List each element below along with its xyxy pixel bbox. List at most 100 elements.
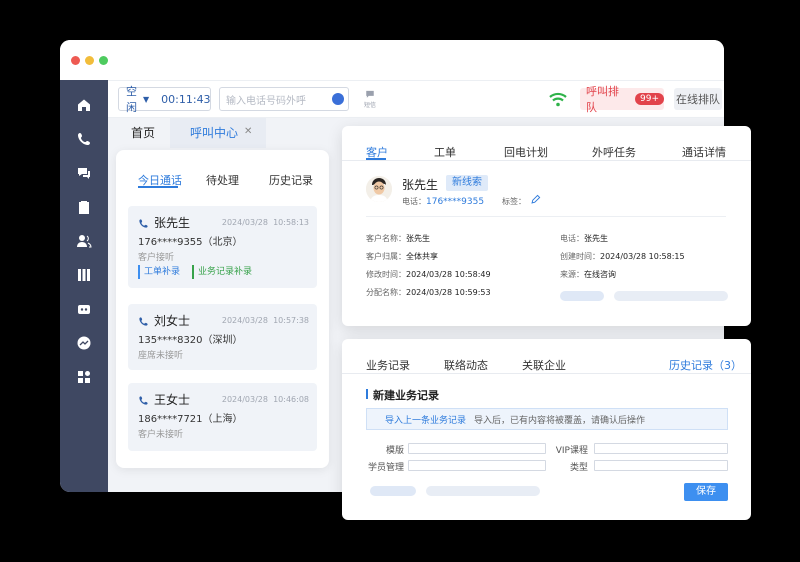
- placeholder-pill: [426, 486, 540, 496]
- users-icon[interactable]: [76, 233, 92, 249]
- sidebar: [60, 80, 108, 492]
- clipboard-icon[interactable]: [76, 199, 92, 215]
- vip-input[interactable]: [594, 443, 728, 454]
- close-tab-icon[interactable]: ✕: [244, 126, 252, 137]
- call-note: 座席未接听: [138, 351, 184, 361]
- edit-icon[interactable]: [530, 194, 541, 205]
- tab-history[interactable]: 历史记录: [269, 172, 313, 188]
- import-previous-link[interactable]: 导入上一条业务记录: [385, 413, 466, 426]
- call-queue-button[interactable]: 呼叫排队 99+: [580, 85, 664, 114]
- caller-name: 刘女士: [154, 314, 191, 328]
- maximize-dot[interactable]: [99, 56, 108, 65]
- call-card[interactable]: 刘女士 2024/03/28 10:57:38 135****8320（深圳） …: [128, 304, 317, 370]
- call-note: 客户接听: [138, 253, 175, 263]
- tab-contact-activity[interactable]: 联络动态: [444, 357, 488, 373]
- tab-divider: [342, 160, 751, 161]
- call-time: 2024/03/28 10:57:38: [221, 316, 309, 325]
- robot-icon[interactable]: [76, 301, 92, 317]
- phone-input-placeholder: 输入电话号码外呼: [226, 95, 306, 107]
- call-note: 客户未接听: [138, 430, 184, 440]
- template-input[interactable]: [408, 443, 546, 454]
- messenger-icon[interactable]: [76, 335, 92, 351]
- field-modified: 修改时间：2024/03/28 10:58:49: [366, 270, 491, 279]
- caller-phone: 135****8320（深圳）: [138, 335, 243, 346]
- tab-home[interactable]: 首页: [131, 124, 155, 141]
- label-student: 学员管理: [367, 463, 404, 473]
- phone-icon: [139, 219, 148, 228]
- caller-name: 张先生: [154, 216, 191, 230]
- toolbar: 空闲 ▼ 00:11:43 输入电话号码外呼 短信 呼叫排队 99+ 在线排队: [108, 80, 724, 118]
- field-tel: 电话：张先生: [560, 234, 608, 243]
- books-icon[interactable]: [76, 267, 92, 283]
- close-dot[interactable]: [71, 56, 80, 65]
- queue-count-badge: 99+: [635, 93, 664, 105]
- label-type: 类型: [569, 463, 588, 473]
- new-lead-badge: 新线索: [446, 175, 488, 191]
- customer-panel: 客户 工单 回电计划 外呼任务 通话详情 张先生 新线索 电话：176****9…: [342, 126, 751, 326]
- sms-label: 短信: [363, 102, 376, 109]
- chevron-down-icon: ▼: [143, 94, 150, 104]
- type-input[interactable]: [594, 460, 728, 471]
- tag-ticket-supplement[interactable]: 工单补录: [138, 265, 184, 279]
- title-bar: [60, 40, 724, 80]
- caller-phone: 186****7721（上海）: [138, 414, 243, 425]
- new-record-title: 新建业务记录: [373, 389, 439, 402]
- history-records-link[interactable]: 历史记录（3）: [669, 357, 742, 373]
- wifi-icon: [549, 92, 567, 107]
- placeholder-pill: [370, 486, 416, 496]
- call-queue-label: 呼叫排队: [586, 85, 619, 114]
- field-created: 创建时间：2024/03/28 10:58:15: [560, 252, 685, 261]
- status-label: 空闲: [126, 85, 137, 114]
- tab-pending[interactable]: 待处理: [206, 172, 239, 188]
- field-owner: 客户归属：全体共享: [366, 252, 438, 261]
- divider: [366, 216, 726, 217]
- home-icon[interactable]: [76, 97, 92, 113]
- import-bar: 导入上一条业务记录 导入后，已有内容将被覆盖，请确认后操作: [366, 408, 728, 430]
- caller-name: 王女士: [154, 393, 191, 407]
- chat-icon[interactable]: [76, 165, 92, 181]
- call-time: 2024/03/28 10:58:13: [221, 218, 309, 227]
- tab-underline: [366, 158, 386, 160]
- placeholder-pill: [560, 291, 604, 301]
- field-customer-name: 客户名称：张先生: [366, 234, 430, 243]
- caller-phone: 176****9355（北京）: [138, 237, 243, 248]
- call-card[interactable]: 张先生 2024/03/28 10:58:13 176****9355（北京） …: [128, 206, 317, 288]
- records-panel: 业务记录 联络动态 关联企业 历史记录（3） 新建业务记录 导入上一条业务记录 …: [342, 339, 751, 520]
- call-card[interactable]: 王女士 2024/03/28 10:46:08 186****7721（上海） …: [128, 383, 317, 451]
- student-input[interactable]: [408, 460, 546, 471]
- customer-phone-row: 电话：176****9355: [402, 197, 485, 207]
- minimize-dot[interactable]: [85, 56, 94, 65]
- tab-divider: [342, 373, 751, 374]
- dial-icon[interactable]: [332, 93, 344, 105]
- call-timer: 00:11:43: [161, 92, 211, 106]
- status-select[interactable]: 空闲 ▼ 00:11:43: [118, 85, 211, 114]
- online-queue-button[interactable]: 在线排队: [674, 88, 722, 110]
- placeholder-pill: [614, 291, 728, 301]
- apps-icon[interactable]: [76, 369, 92, 385]
- phone-icon: [139, 317, 148, 326]
- tag-record-supplement[interactable]: 业务记录补录: [192, 265, 256, 279]
- tab-callback-plan[interactable]: 回电计划: [504, 144, 548, 160]
- sms-icon: [366, 90, 374, 98]
- tab-ticket[interactable]: 工单: [434, 144, 456, 160]
- sms-button[interactable]: 短信: [362, 89, 378, 110]
- field-assigned: 分配名称：2024/03/28 10:59:53: [366, 288, 491, 297]
- tab-call-center[interactable]: 呼叫中心: [190, 124, 238, 141]
- tab-call-detail[interactable]: 通话详情: [682, 144, 726, 160]
- tab-underline: [138, 186, 178, 188]
- customer-avatar: [366, 176, 392, 202]
- phone-input[interactable]: 输入电话号码外呼: [219, 87, 349, 111]
- tab-related-companies[interactable]: 关联企业: [522, 357, 566, 373]
- customer-name: 张先生: [402, 178, 439, 192]
- phone-icon: [139, 396, 148, 405]
- title-marker: [366, 389, 368, 399]
- save-button[interactable]: 保存: [684, 483, 728, 501]
- call-time: 2024/03/28 10:46:08: [221, 395, 309, 404]
- phone-icon[interactable]: [76, 131, 92, 147]
- label-template: 模版: [385, 446, 404, 456]
- tab-outbound-task[interactable]: 外呼任务: [592, 144, 636, 160]
- field-source: 来源：在线咨询: [560, 270, 616, 279]
- tab-business-records[interactable]: 业务记录: [366, 357, 410, 373]
- tag-label: 标签：: [502, 197, 526, 206]
- import-tip: 导入后，已有内容将被覆盖，请确认后操作: [474, 415, 646, 426]
